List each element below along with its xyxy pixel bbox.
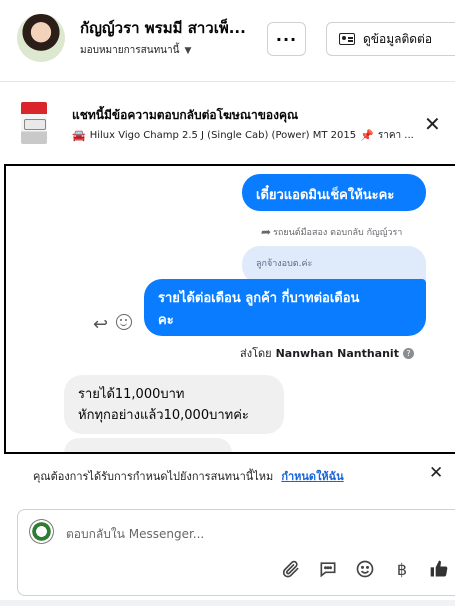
view-contact-button[interactable]: ดูข้อมูลติดต่อ xyxy=(326,22,455,56)
pin-icon: 📌 xyxy=(360,129,374,142)
payment-baht-icon[interactable]: ฿ xyxy=(391,558,413,580)
car-icon: 🚘 xyxy=(72,129,86,142)
sent-by-label: ส่งโดย Nanwhan Nanthanit ? xyxy=(240,344,414,362)
reply-icon[interactable]: ↩ xyxy=(93,314,108,335)
emoji-icon[interactable] xyxy=(354,558,376,580)
ad-banner-title: แชทนี้มีข้อความตอบกลับต่อโฆษณาของคุณ xyxy=(72,108,299,122)
sent-by-name: Nanwhan Nanthanit xyxy=(275,346,399,360)
saved-replies-icon[interactable] xyxy=(317,558,339,580)
thumbs-up-icon[interactable] xyxy=(428,558,450,580)
message-thread[interactable]: เดี๋ยวแอดมินเช็คให้นะคะ ➦ รถยนต์มือสอง ต… xyxy=(4,164,455,454)
assign-label: มอบหมายการสนทนานี้ xyxy=(80,45,180,56)
assign-conversation-dropdown[interactable]: มอบหมายการสนทนานี้ ▼ xyxy=(80,43,191,58)
reply-context: ➦ รถยนต์มือสอง ตอบกลับ กัญญ์วรา xyxy=(261,225,402,239)
outgoing-message[interactable]: รายได้ต่อเดือน ลูกค้า กี่บาทต่อเดือน คะ xyxy=(144,279,426,336)
contact-card-icon xyxy=(339,33,355,45)
close-assign-prompt-icon[interactable]: ✕ xyxy=(429,465,443,482)
reply-input[interactable]: ตอบกลับใน Messenger... xyxy=(66,525,204,544)
ad-thumbnail[interactable] xyxy=(21,102,47,144)
reply-context-label: รถยนต์มือสอง ตอบกลับ กัญญ์วรา xyxy=(273,228,403,238)
caret-down-icon: ▼ xyxy=(184,45,192,56)
conversation-header: กัญญ์วรา พรมมี สาวเพ็... มอบหมายการสนทนา… xyxy=(0,0,455,82)
message-composer[interactable]: ตอบกลับใน Messenger... ฿ xyxy=(17,509,455,596)
info-icon[interactable]: ? xyxy=(402,347,414,359)
bottom-divider xyxy=(0,600,455,606)
more-options-button[interactable]: ··· xyxy=(267,22,306,56)
react-emoji-icon[interactable] xyxy=(116,314,132,330)
avatar[interactable] xyxy=(17,14,65,62)
assign-prompt-bar: คุณต้องการได้รับการกำหนดไปยังการสนทนานี้… xyxy=(0,456,455,496)
assign-prompt-text: คุณต้องการได้รับการกำหนดไปยังการสนทนานี้… xyxy=(33,470,274,483)
attachment-icon[interactable] xyxy=(280,558,302,580)
ad-reply-banner: แชทนี้มีข้อความตอบกลับต่อโฆษณาของคุณ 🚘 H… xyxy=(0,96,455,158)
ad-price-text: ราคา ... xyxy=(377,130,414,141)
outgoing-message[interactable]: เดี๋ยวแอดมินเช็คให้นะคะ xyxy=(242,174,426,211)
sent-by-prefix: ส่งโดย xyxy=(240,347,272,360)
page-avatar xyxy=(29,519,54,544)
view-contact-label: ดูข้อมูลติดต่อ xyxy=(363,31,433,46)
incoming-message-partial[interactable] xyxy=(64,438,232,452)
more-icon: ··· xyxy=(275,29,298,49)
assign-to-me-link[interactable]: กำหนดให้ฉัน xyxy=(281,467,343,485)
composer-toolbar: ฿ xyxy=(280,558,450,580)
customer-name[interactable]: กัญญ์วรา พรมมี สาวเพ็... xyxy=(80,16,258,40)
ad-banner-subtitle[interactable]: 🚘 Hilux Vigo Champ 2.5 J (Single Cab) (P… xyxy=(72,128,455,143)
reply-arrow-icon: ➦ xyxy=(261,225,272,239)
incoming-message[interactable]: รายได้11,000บาท หักทุกอย่างแล้ว10,000บาท… xyxy=(64,375,284,434)
close-ad-banner-icon[interactable]: ✕ xyxy=(424,114,441,134)
ad-product-name: Hilux Vigo Champ 2.5 J (Single Cab) (Pow… xyxy=(89,130,357,141)
